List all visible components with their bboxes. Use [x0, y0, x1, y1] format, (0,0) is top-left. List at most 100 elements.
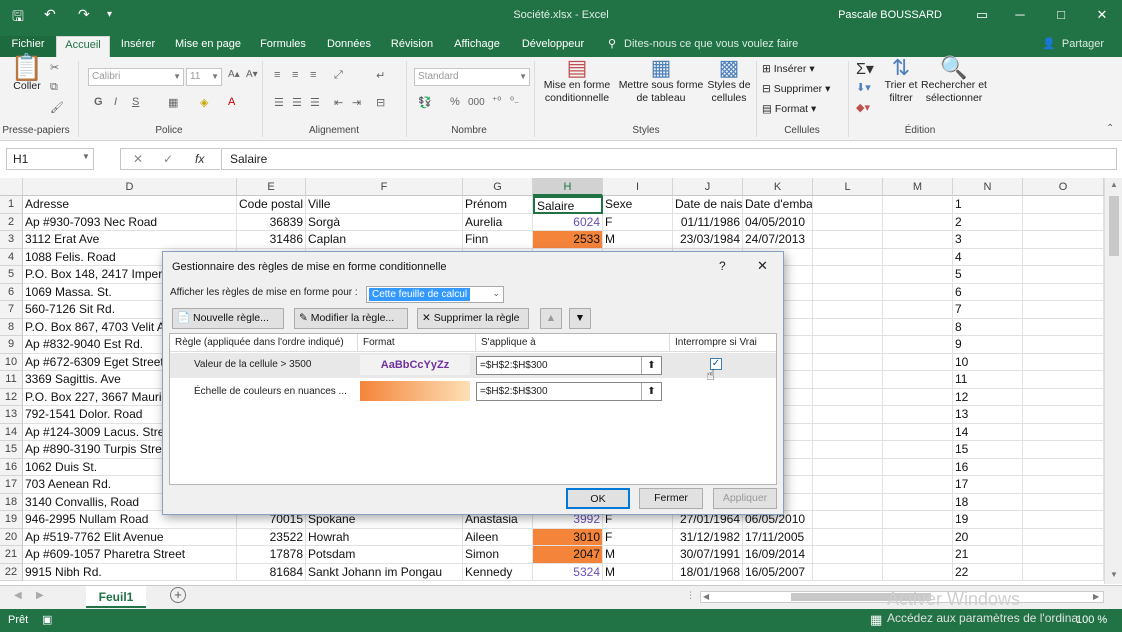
insert-function-button[interactable]: fx: [195, 152, 204, 166]
cell-f[interactable]: Potsdam: [306, 546, 463, 564]
tab-developpeur[interactable]: Développeur: [517, 36, 589, 57]
cell-n[interactable]: 4: [953, 249, 1023, 267]
cell-h[interactable]: 5324: [533, 564, 603, 582]
align-top-icon[interactable]: ≡: [274, 69, 280, 81]
cell-l[interactable]: [813, 529, 883, 547]
autosum-icon[interactable]: Σ▾: [856, 59, 874, 79]
scroll-left-icon[interactable]: ◀: [703, 592, 709, 601]
move-down-button[interactable]: ▼: [569, 308, 591, 329]
cell-e[interactable]: Code postal: [237, 196, 306, 214]
increase-decimal-icon[interactable]: ⁺⁰: [492, 96, 501, 107]
cell-m[interactable]: [883, 406, 953, 424]
cell-e[interactable]: 17878: [237, 546, 306, 564]
scroll-thumb[interactable]: [1109, 196, 1119, 256]
decrease-font-icon[interactable]: A▾: [246, 69, 258, 80]
show-rules-select[interactable]: Cette feuille de calcul ⌄: [366, 286, 504, 303]
cell-l[interactable]: [813, 389, 883, 407]
number-format-combo[interactable]: Standard▼: [414, 68, 530, 86]
applies-to-input[interactable]: =$H$2:$H$300⬆: [476, 356, 662, 375]
cell-d[interactable]: 9915 Nibh Rd.: [23, 564, 237, 582]
cell-m[interactable]: [883, 284, 953, 302]
cell-j[interactable]: 01/11/1986: [673, 214, 743, 232]
row-header[interactable]: 9: [0, 336, 23, 354]
cell-e[interactable]: 36839: [237, 214, 306, 232]
cancel-icon[interactable]: ✕: [133, 152, 143, 166]
select-all-corner[interactable]: [0, 178, 23, 196]
cell-m[interactable]: [883, 371, 953, 389]
cell-d[interactable]: Ap #609-1057 Pharetra Street: [23, 546, 237, 564]
column-header-o[interactable]: O: [1023, 178, 1104, 196]
cell-o[interactable]: [1023, 196, 1104, 214]
cell-l[interactable]: [813, 511, 883, 529]
cell-m[interactable]: [883, 389, 953, 407]
cell-m[interactable]: [883, 494, 953, 512]
collapse-ribbon-icon[interactable]: ⌃: [1106, 123, 1114, 134]
cell-j[interactable]: 23/03/1984: [673, 231, 743, 249]
row-header[interactable]: 1: [0, 196, 23, 214]
scroll-right-icon[interactable]: ▶: [1093, 592, 1099, 601]
bold-button[interactable]: G: [94, 96, 103, 108]
cell-f[interactable]: Sorgà: [306, 214, 463, 232]
cell-l[interactable]: [813, 301, 883, 319]
scroll-down-icon[interactable]: ▼: [1110, 570, 1118, 579]
cell-m[interactable]: [883, 459, 953, 477]
cell-n[interactable]: 21: [953, 546, 1023, 564]
cell-o[interactable]: [1023, 354, 1104, 372]
cell-j[interactable]: 18/01/1968: [673, 564, 743, 582]
cell-g[interactable]: Finn: [463, 231, 533, 249]
cell-l[interactable]: [813, 476, 883, 494]
sort-filter-button[interactable]: ⇅ Trier et filtrer: [882, 61, 920, 105]
cell-f[interactable]: Ville: [306, 196, 463, 214]
paste-button[interactable]: 📋 Coller: [8, 61, 46, 93]
name-box[interactable]: H1: [6, 148, 94, 170]
cell-l[interactable]: [813, 319, 883, 337]
row-header[interactable]: 2: [0, 214, 23, 232]
cell-k[interactable]: 24/07/2013: [743, 231, 813, 249]
share-button[interactable]: Partager: [1060, 36, 1106, 57]
cell-d[interactable]: Adresse: [23, 196, 237, 214]
cell-j[interactable]: 31/12/1982: [673, 529, 743, 547]
cell-m[interactable]: [883, 354, 953, 372]
decrease-decimal-icon[interactable]: ⁰₋: [510, 96, 519, 107]
cell-m[interactable]: [883, 511, 953, 529]
cell-g[interactable]: Prénom: [463, 196, 533, 214]
rule-row[interactable]: Échelle de couleurs en nuances ... =$H$2…: [170, 379, 776, 404]
cell-m[interactable]: [883, 214, 953, 232]
column-header-n[interactable]: N: [953, 178, 1023, 196]
row-header[interactable]: 19: [0, 511, 23, 529]
row-header[interactable]: 15: [0, 441, 23, 459]
minimize-button[interactable]: ─: [1006, 4, 1034, 26]
align-middle-icon[interactable]: ≡: [292, 69, 298, 81]
increase-font-icon[interactable]: A▴: [228, 69, 240, 80]
cell-j[interactable]: 30/07/1991: [673, 546, 743, 564]
row-header[interactable]: 5: [0, 266, 23, 284]
cell-l[interactable]: [813, 424, 883, 442]
font-name-combo[interactable]: Calibri▼: [88, 68, 184, 86]
cell-f[interactable]: Caplan: [306, 231, 463, 249]
cell-o[interactable]: [1023, 511, 1104, 529]
close-window-button[interactable]: ✕: [1088, 4, 1116, 26]
cell-n[interactable]: 19: [953, 511, 1023, 529]
cell-i[interactable]: M: [603, 231, 673, 249]
cell-n[interactable]: 20: [953, 529, 1023, 547]
format-as-table-button[interactable]: ▦ Mettre sous forme de tableau: [616, 61, 706, 105]
cell-o[interactable]: [1023, 406, 1104, 424]
cell-n[interactable]: 1: [953, 196, 1023, 214]
cell-h[interactable]: 6024: [533, 214, 603, 232]
cell-m[interactable]: [883, 546, 953, 564]
format-cells-button[interactable]: ▤ Format ▾: [762, 103, 816, 116]
insert-cells-button[interactable]: ⊞ Insérer ▾: [762, 63, 815, 76]
cell-m[interactable]: [883, 529, 953, 547]
cell-o[interactable]: [1023, 214, 1104, 232]
vertical-scrollbar[interactable]: ▲ ▼: [1104, 178, 1122, 584]
cell-n[interactable]: 16: [953, 459, 1023, 477]
cell-o[interactable]: [1023, 441, 1104, 459]
cell-d[interactable]: Ap #519-7762 Elit Avenue: [23, 529, 237, 547]
next-sheet-icon[interactable]: ▶: [36, 590, 44, 601]
conditional-formatting-button[interactable]: ▤ Mise en forme conditionnelle: [538, 61, 616, 105]
cell-m[interactable]: [883, 266, 953, 284]
tab-revision[interactable]: Révision: [387, 36, 437, 57]
cell-d[interactable]: Ap #930-7093 Nec Road: [23, 214, 237, 232]
column-header-m[interactable]: M: [883, 178, 953, 196]
tab-inserer[interactable]: Insérer: [116, 36, 160, 57]
